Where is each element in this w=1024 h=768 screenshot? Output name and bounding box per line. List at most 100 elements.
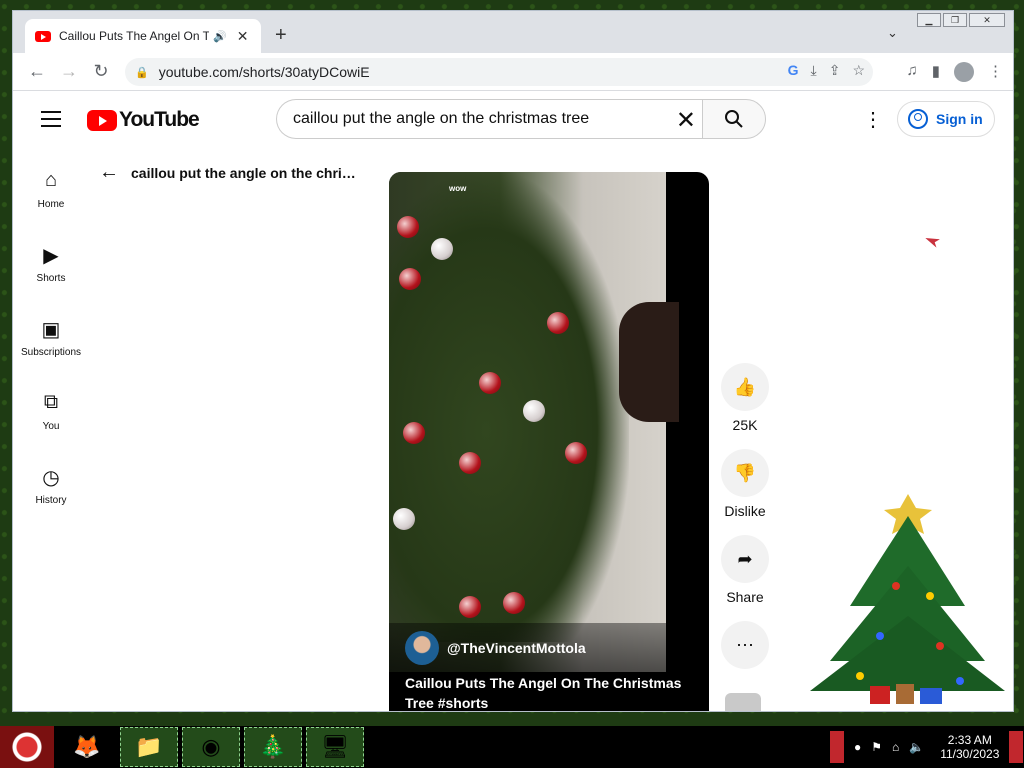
thumbs-up-icon: 👍 — [733, 376, 757, 397]
sidebar-item-label: Subscriptions — [20, 347, 82, 358]
more-action: ⋯ — [721, 621, 769, 669]
search-box: ✕ — [276, 99, 702, 139]
tab-strip: Caillou Puts The Angel On T 🔊 ✕ + ⌄ ▁ ❐ … — [13, 11, 1013, 53]
search-button[interactable] — [702, 99, 766, 139]
subscriptions-icon: ▣ — [41, 319, 61, 341]
shorts-video-player[interactable]: wow @TheVincentMottola Caillou Puts The … — [389, 172, 709, 711]
desktop-christmas-tree — [810, 494, 1005, 704]
bookmark-star-icon[interactable]: ☆ — [852, 62, 865, 79]
video-person — [619, 302, 679, 422]
tab-title: Caillou Puts The Angel On T — [59, 29, 209, 43]
share-label: Share — [726, 589, 764, 605]
close-window-button[interactable]: ✕ — [969, 13, 1005, 27]
sidebar-item-history[interactable]: ◷ History — [13, 443, 89, 517]
sidebar-item-shorts[interactable]: ▶ Shorts — [13, 221, 89, 295]
sign-in-button[interactable]: Sign in — [897, 101, 995, 137]
firefox-icon[interactable]: 🦊 — [58, 727, 116, 767]
dislike-label: Dislike — [724, 503, 766, 519]
share-button[interactable]: ➦ — [721, 535, 769, 583]
more-actions-button[interactable]: ⋯ — [721, 621, 769, 669]
flag-icon[interactable]: ⚑ — [871, 740, 882, 754]
ornament — [431, 238, 453, 260]
speaker-icon[interactable]: 🔊 — [213, 30, 227, 43]
toolbar-right-icons: ♫ ▮ ⋮ — [906, 62, 1003, 82]
channel-row[interactable]: @TheVincentMottola — [405, 631, 693, 665]
ornament — [479, 372, 501, 394]
sidebar-item-label: Home — [37, 199, 65, 210]
channel-name[interactable]: @TheVincentMottola — [447, 640, 586, 656]
youtube-header: YouTube ✕ ⋮ Sign in — [13, 91, 1013, 147]
sidebar-item-you[interactable]: ⧉ You — [13, 369, 89, 443]
sidebar-item-home[interactable]: ⌂ Home — [13, 147, 89, 221]
more-options-icon[interactable]: ⋮ — [863, 107, 883, 132]
browser-menu-icon[interactable]: ⋮ — [988, 62, 1003, 82]
ornament — [403, 422, 425, 444]
lock-icon[interactable]: 🔒 — [135, 66, 149, 79]
video-frame: wow — [389, 172, 679, 672]
ellipsis-icon: ⋯ — [736, 634, 754, 655]
search-icon — [725, 110, 743, 128]
sidebar-item-subscriptions[interactable]: ▣ Subscriptions — [13, 295, 89, 369]
like-button[interactable]: 👍 — [721, 363, 769, 411]
shorts-back-row: ← caillou put the angle on the christmas… — [99, 161, 363, 184]
search-query-title: caillou put the angle on the christmas t… — [131, 164, 363, 181]
home-icon: ⌂ — [44, 169, 58, 191]
dot-icon[interactable]: ● — [854, 740, 861, 754]
address-bar[interactable]: 🔒 youtube.com/shorts/30atyDCowiE G ⤓ ⇪ ☆ — [125, 58, 873, 86]
clock[interactable]: 2:33 AM 11/30/2023 — [940, 733, 999, 761]
system-tray: ● ⚑ ⌂ 🔈 2:33 AM 11/30/2023 — [830, 726, 1024, 768]
url-text[interactable]: youtube.com/shorts/30atyDCowiE — [159, 64, 370, 80]
tab-youtube-short[interactable]: Caillou Puts The Angel On T 🔊 ✕ — [25, 19, 261, 53]
sign-in-label: Sign in — [936, 111, 983, 127]
ornament — [393, 508, 415, 530]
sound-thumbnail[interactable] — [725, 693, 761, 711]
volume-icon[interactable]: 🔈 — [909, 740, 924, 754]
thumbs-down-icon: 👎 — [733, 462, 757, 483]
tree-app-icon[interactable]: 🎄 — [244, 727, 302, 767]
clear-search-icon[interactable]: ✕ — [676, 106, 696, 135]
history-icon: ◷ — [42, 467, 60, 489]
share-page-icon[interactable]: ⇪ — [829, 62, 841, 79]
tab-search-chevron-icon[interactable]: ⌄ — [887, 25, 898, 41]
reload-icon[interactable]: ↻ — [85, 61, 117, 82]
you-icon: ⧉ — [43, 391, 59, 413]
youtube-logo[interactable]: YouTube — [87, 108, 200, 132]
clock-time: 2:33 AM — [947, 733, 992, 747]
show-desktop-button[interactable] — [1009, 731, 1024, 763]
maximize-button[interactable]: ❐ — [943, 13, 967, 27]
shorts-actions: 👍 25K 👎 Dislike ➦ Share ⋯ — [721, 363, 769, 685]
channel-avatar[interactable] — [405, 631, 439, 665]
ornament — [399, 268, 421, 290]
ornament — [397, 216, 419, 238]
chrome-icon[interactable]: ◉ — [182, 727, 240, 767]
hamburger-menu-icon[interactable] — [41, 111, 61, 132]
side-panel-icon[interactable]: ▮ — [932, 62, 940, 82]
profile-avatar[interactable] — [954, 62, 974, 82]
close-tab-button[interactable]: ✕ — [237, 28, 249, 45]
video-overlay-text: wow — [449, 184, 467, 193]
google-translate-icon[interactable]: G — [788, 62, 799, 79]
ornament — [523, 400, 545, 422]
install-app-icon[interactable]: ⤓ — [811, 62, 817, 79]
sidebar-item-label: History — [35, 495, 67, 506]
window-controls: ▁ ❐ ✕ — [917, 13, 1005, 27]
media-control-icon[interactable]: ♫ — [906, 62, 917, 82]
network-icon[interactable]: ⌂ — [892, 740, 899, 754]
ornament — [459, 452, 481, 474]
back-arrow-icon[interactable]: ← — [99, 161, 119, 184]
start-button-santa-icon[interactable] — [0, 726, 54, 768]
ornament — [565, 442, 587, 464]
forward-arrow-icon[interactable]: → — [53, 61, 85, 82]
back-arrow-icon[interactable]: ← — [21, 61, 53, 82]
minimize-button[interactable]: ▁ — [917, 13, 941, 27]
youtube-favicon-icon — [35, 30, 51, 42]
ornament — [503, 592, 525, 614]
search-input[interactable] — [293, 110, 663, 128]
file-explorer-icon[interactable]: 📁 — [120, 727, 178, 767]
new-tab-button[interactable]: + — [275, 24, 287, 47]
dislike-button[interactable]: 👎 — [721, 449, 769, 497]
video-title[interactable]: Caillou Puts The Angel On The Christmas … — [405, 673, 693, 711]
computer-app-icon[interactable]: 🖥 — [306, 727, 364, 767]
share-arrow-icon: ➦ — [737, 548, 753, 569]
sidebar: ⌂ Home ▶ Shorts ▣ Subscriptions ⧉ You ◷ … — [13, 147, 89, 517]
